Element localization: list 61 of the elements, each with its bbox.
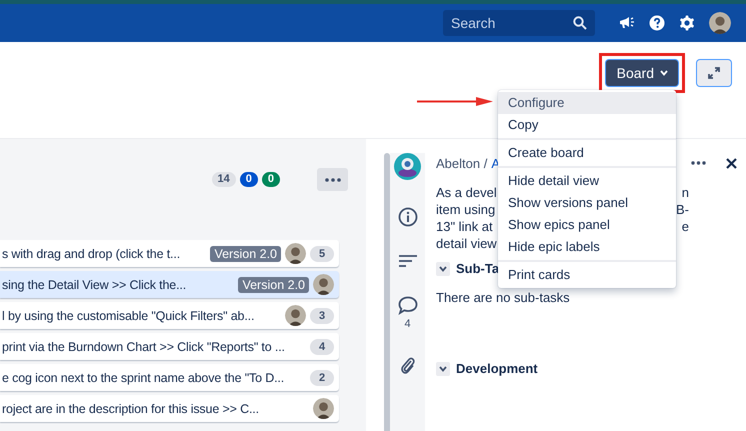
avatar-icon	[709, 12, 731, 34]
description-text: e	[682, 218, 689, 235]
comment-count: 4	[404, 318, 411, 330]
issue-card[interactable]: e cog icon next to the sprint name above the "To D... 2	[0, 364, 339, 391]
estimate-badge: 2	[310, 370, 334, 386]
expand-icon	[707, 66, 721, 80]
estimate-badge: 3	[310, 308, 334, 324]
description-text: item using	[436, 201, 496, 218]
card-summary: roject are in the description for this issue >> C...	[2, 402, 260, 416]
more-button[interactable]	[317, 168, 348, 191]
description-text: detail view	[436, 235, 497, 252]
issue-card[interactable]: s with drag and drop (click the t... Version 2.0 5	[0, 240, 339, 267]
chevron-down-icon[interactable]	[436, 262, 450, 276]
menu-item[interactable]: Copy	[498, 114, 676, 136]
menu-item[interactable]: Hide detail view	[498, 170, 676, 192]
section-heading: Sub-Ta	[456, 261, 500, 276]
estimate-badge: 5	[310, 246, 334, 262]
description-text: B-	[676, 201, 689, 218]
paperclip-icon[interactable]	[400, 356, 416, 376]
search-field[interactable]: Search	[443, 10, 595, 36]
megaphone-icon[interactable]	[619, 16, 635, 30]
count-badge: 14	[212, 172, 236, 187]
issue-card[interactable]: print via the Burndown Chart >> Click "Reports" to ... 4	[0, 333, 339, 360]
help-icon[interactable]	[649, 15, 665, 31]
more-icon	[324, 178, 340, 182]
version-label: Version 2.0	[210, 246, 281, 262]
empty-message: There are no sub-tasks	[436, 289, 571, 306]
close-icon[interactable]	[726, 158, 737, 168]
version-label: Version 2.0	[238, 276, 309, 292]
card-summary: e cog icon next to the sprint name above the "To D...	[2, 370, 286, 384]
section-heading: Development	[456, 361, 538, 376]
estimate-badge: 4	[310, 338, 334, 354]
info-icon[interactable]	[398, 207, 418, 227]
chevron-down-icon	[660, 70, 668, 76]
menu-item[interactable]: Hide epic labels	[498, 236, 676, 258]
issue-card[interactable]: roject are in the description for this issue >> C...	[0, 395, 339, 422]
issue-card[interactable]: sing the Detail View >> Click the... Version 2.0	[0, 271, 339, 298]
expand-button[interactable]	[697, 60, 731, 86]
more-icon[interactable]	[691, 161, 706, 165]
menu-item[interactable]: Print cards	[498, 264, 676, 286]
description-text: n	[682, 184, 689, 201]
count-badge: 0	[240, 172, 258, 187]
project-breadcrumb[interactable]: Abelton /	[436, 156, 488, 170]
menu-item[interactable]: Create board	[498, 142, 676, 164]
issue-card[interactable]: l by using the customisable "Quick Filters" ab... 3	[0, 302, 339, 329]
card-summary: sing the Detail View >> Click the...	[2, 278, 188, 292]
card-summary: s with drag and drop (click the t...	[2, 246, 182, 260]
filter-lines-icon[interactable]	[398, 255, 416, 267]
description-text: As a devel	[436, 184, 497, 201]
menu-item[interactable]: Configure	[498, 92, 676, 114]
comment-icon[interactable]	[398, 296, 418, 315]
description-text: 13" link at	[436, 218, 493, 235]
menu-item[interactable]: Show epics panel	[498, 214, 676, 236]
menu-item[interactable]: Show versions panel	[498, 192, 676, 214]
board-button[interactable]: Board	[606, 60, 678, 86]
card-summary: l by using the customisable "Quick Filters" ab...	[2, 308, 256, 322]
count-badge: 0	[262, 172, 280, 187]
settings-icon[interactable]	[679, 15, 695, 31]
card-summary: print via the Burndown Chart >> Click "Reports" to ...	[2, 340, 286, 354]
search-icon[interactable]	[573, 16, 587, 30]
chevron-down-icon[interactable]	[436, 362, 450, 376]
